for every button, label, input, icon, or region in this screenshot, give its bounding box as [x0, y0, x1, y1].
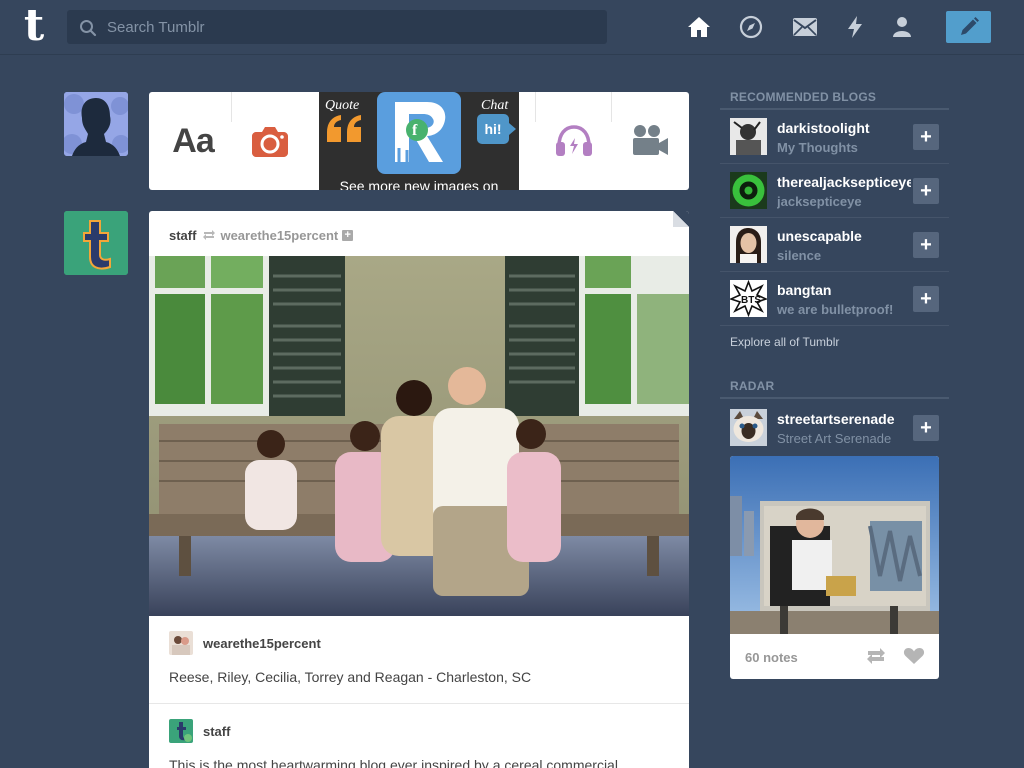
photo-post-button[interactable]	[232, 92, 308, 190]
search-icon	[80, 20, 97, 37]
compose-button[interactable]	[946, 11, 991, 43]
staff-avatar[interactable]	[64, 211, 128, 275]
search-input[interactable]	[107, 10, 597, 44]
blog-avatar[interactable]: BTS	[730, 280, 767, 317]
recommended-heading: RECOMMENDED BLOGS	[730, 90, 877, 104]
account-icon[interactable]	[889, 14, 915, 40]
post-photo[interactable]	[149, 256, 689, 616]
video-post-button[interactable]	[612, 92, 688, 190]
dashboard-post: staff wearethe15percent + wearethe15perc…	[149, 211, 689, 768]
radar-rule	[720, 397, 949, 399]
trail-divider	[149, 703, 689, 704]
follow-button[interactable]: +	[913, 286, 939, 312]
blog-name[interactable]: unescapable	[777, 228, 911, 244]
post-author-link[interactable]: staff	[169, 228, 196, 243]
heart-icon[interactable]	[903, 647, 925, 665]
blog-name[interactable]: darkistoolight	[777, 120, 911, 136]
follow-plus-icon[interactable]: +	[342, 229, 354, 241]
blog-title: My Thoughts	[777, 140, 858, 155]
text-post-label: Aa	[172, 121, 214, 160]
blog-avatar[interactable]	[730, 226, 767, 263]
radar-blog-title: Street Art Serenade	[777, 431, 892, 446]
recommended-blog-item[interactable]: darkistoolight My Thoughts +	[720, 110, 949, 164]
radar-blog-name[interactable]: streetartserenade	[777, 411, 911, 427]
user-avatar[interactable]	[64, 92, 128, 156]
radar-notes-count[interactable]: 60 notes	[745, 650, 798, 665]
camera-icon	[252, 127, 288, 157]
inbox-icon[interactable]	[792, 14, 818, 40]
explore-link[interactable]: Explore all of Tumblr	[730, 335, 839, 349]
blog-avatar[interactable]	[730, 172, 767, 209]
recommended-blog-item[interactable]: BTS bangtan we are bulletproof! +	[720, 272, 949, 326]
blog-name[interactable]: bangtan	[777, 282, 911, 298]
promo-chat-label: Chat	[481, 98, 509, 113]
trail-caption-1: Reese, Riley, Cecilia, Torrey and Reagan…	[169, 669, 532, 685]
promo-quote-label: Quote	[325, 98, 360, 113]
blog-title: we are bulletproof!	[777, 302, 894, 317]
headphones-icon	[556, 125, 592, 156]
activity-icon[interactable]	[842, 14, 868, 40]
trail-author-2: staff	[169, 719, 230, 743]
reblogged-from-link[interactable]: wearethe15percent	[220, 228, 338, 243]
blog-avatar[interactable]	[730, 118, 767, 155]
promo-app-logo: f	[377, 92, 461, 174]
blog-title: silence	[777, 248, 822, 263]
trail-avatar-2[interactable]	[169, 719, 193, 743]
post-fold	[673, 211, 689, 227]
radar-post: 60 notes	[730, 456, 939, 679]
home-icon[interactable]	[686, 14, 712, 40]
chat-bubble-text: hi!	[484, 121, 502, 137]
promo-banner[interactable]: Quote f Chat hi! See more new images on	[319, 92, 519, 190]
post-type-bar: Aa Quote f Chat hi! See more new images …	[149, 92, 689, 190]
blog-title: jacksepticeye	[777, 194, 862, 209]
top-bar: t	[0, 0, 1024, 55]
reblog-icon[interactable]	[865, 647, 887, 665]
follow-button[interactable]: +	[913, 124, 939, 150]
recommended-blog-item[interactable]: therealjacksepticeye jacksepticeye +	[720, 164, 949, 218]
reblog-icon	[203, 230, 216, 240]
text-post-button[interactable]: Aa	[155, 92, 231, 190]
trail-caption-2: This is the most heartwarming blog ever …	[169, 757, 622, 768]
explore-icon[interactable]	[738, 14, 764, 40]
trail-author-1: wearethe15percent	[169, 631, 321, 655]
pencil-icon	[960, 17, 979, 35]
radar-heading: RADAR	[730, 379, 775, 393]
video-camera-icon	[633, 125, 668, 155]
follow-button[interactable]: +	[913, 178, 939, 204]
radar-blog[interactable]: streetartserenade Street Art Serenade +	[720, 401, 949, 455]
promo-caption: See more new images on	[339, 178, 499, 190]
audio-post-button[interactable]	[536, 92, 612, 190]
trail-avatar-1[interactable]	[169, 631, 193, 655]
svg-text:BTS: BTS	[741, 295, 761, 306]
blog-name[interactable]: therealjacksepticeye	[777, 174, 911, 190]
radar-follow-button[interactable]: +	[913, 415, 939, 441]
radar-blog-avatar[interactable]	[730, 409, 767, 446]
trail-author-name-1[interactable]: wearethe15percent	[203, 636, 321, 651]
search-box[interactable]	[67, 10, 607, 44]
tumblr-logo[interactable]: t	[14, 4, 54, 48]
recommended-blog-item[interactable]: unescapable silence +	[720, 218, 949, 272]
quote-icon	[327, 115, 361, 142]
trail-author-name-2[interactable]: staff	[203, 724, 230, 739]
follow-button[interactable]: +	[913, 232, 939, 258]
svg-text:f: f	[412, 122, 418, 139]
post-header: staff wearethe15percent +	[169, 227, 354, 243]
radar-photo[interactable]	[730, 456, 939, 634]
chat-bubble-icon: hi!	[477, 114, 509, 144]
